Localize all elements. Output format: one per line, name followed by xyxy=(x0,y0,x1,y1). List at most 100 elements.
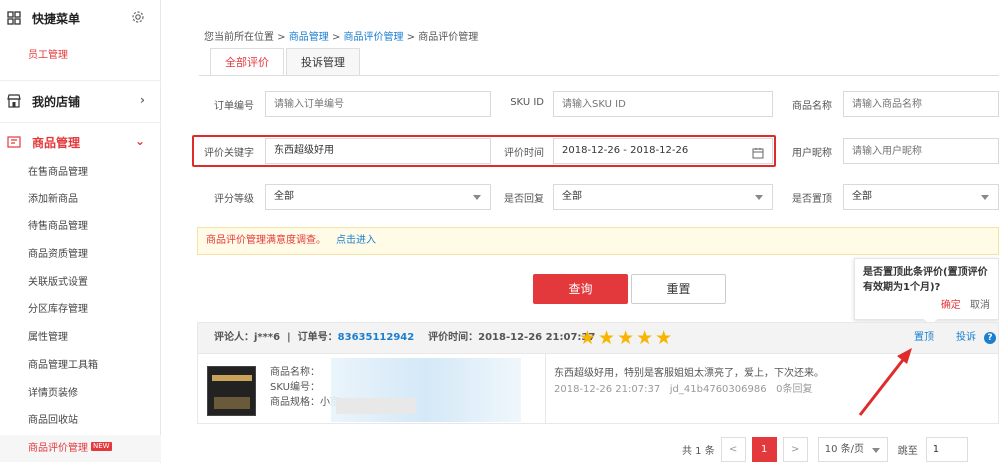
sidebar-quick-menu-label: 快捷菜单 xyxy=(32,11,81,26)
store-icon xyxy=(6,93,22,109)
product-thumbnail[interactable] xyxy=(207,366,256,416)
product-spec: 商品规格：小京 xyxy=(270,397,340,408)
sidebar-my-store[interactable]: 我的店铺 › xyxy=(0,83,161,119)
thumbnail-band xyxy=(214,397,250,409)
review-time-label: 评价时间： xyxy=(428,332,479,343)
pagination: 共 1 条 < 1 > 10 条/页 跳至 1 xyxy=(682,436,968,462)
complain-link[interactable]: 投诉 xyxy=(956,323,976,353)
sidebar-item-qualification[interactable]: 商品资质管理 xyxy=(0,241,161,268)
breadcrumb-current: 商品评价管理 xyxy=(418,32,479,43)
sidebar-item-pending[interactable]: 待售商品管理 xyxy=(0,213,161,240)
breadcrumb-sep: > xyxy=(331,32,341,43)
blurred-region xyxy=(336,398,416,414)
breadcrumb-sep: > xyxy=(406,32,416,43)
sidebar-quick-menu[interactable]: 快捷菜单 xyxy=(0,0,161,36)
comment-replies[interactable]: 0条回复 xyxy=(776,384,812,395)
divider xyxy=(0,80,161,81)
pager-prev-button[interactable]: < xyxy=(720,436,746,462)
survey-notice: 商品评价管理满意度调查。 点击进入 xyxy=(197,227,999,255)
review-time-range[interactable]: 2018-12-26 - 2018-12-26 xyxy=(553,138,773,164)
order-number-link[interactable]: 83635112942 xyxy=(338,332,415,343)
chevron-right-icon: › xyxy=(140,93,145,107)
order-no-input[interactable] xyxy=(265,91,491,117)
popover-ok-button[interactable]: 确定 xyxy=(941,300,961,311)
sku-input[interactable] xyxy=(553,91,773,117)
divider xyxy=(199,75,999,76)
review-time-value: 2018-12-26 - 2018-12-26 xyxy=(562,145,689,156)
pager-page-1[interactable]: 1 xyxy=(751,436,777,462)
goods-name-input[interactable] xyxy=(843,91,999,117)
sidebar-item-staff[interactable]: 员工管理 xyxy=(0,42,161,69)
reviewer-label: 评论人： xyxy=(214,332,254,343)
pager-jump-input[interactable]: 1 xyxy=(925,436,968,462)
pager-size-select[interactable]: 10 条/页 xyxy=(817,436,888,462)
tab-all-reviews[interactable]: 全部评价 xyxy=(210,48,284,76)
sidebar-item-reviews-label: 商品评价管理 xyxy=(28,443,88,454)
calendar-icon[interactable] xyxy=(752,145,764,169)
order-label: 订单号： xyxy=(297,332,338,343)
tab-complaints[interactable]: 投诉管理 xyxy=(286,48,360,76)
pager-jump-label: 跳至 xyxy=(897,445,918,457)
goods-name-label: 商品名称 xyxy=(792,101,832,112)
review-row: 商品名称： SKU编号： 商品规格：小京 东西超级好用，特别是客服姐姐太漂亮了，… xyxy=(197,354,999,424)
keyword-input[interactable]: 东西超级好用 xyxy=(265,138,491,164)
sidebar-item-detail-decor[interactable]: 详情页装修 xyxy=(0,380,161,407)
breadcrumb: 您当前所在位置 > 商品管理 > 商品评价管理 > 商品评价管理 xyxy=(204,28,478,43)
sidebar: 快捷菜单 员工管理 我的店铺 › 商品管理 ⌄ 在售商品管理 添加新商品 待售商… xyxy=(0,0,161,463)
tab-bar: 全部评价 投诉管理 xyxy=(210,48,362,76)
new-badge: NEW xyxy=(91,442,112,451)
divider xyxy=(0,122,161,123)
review-comment: 东西超级好用，特别是客服姐姐太漂亮了，爱上，下次还来。 2018-12-26 2… xyxy=(554,366,824,398)
product-name-label: 商品名称： xyxy=(270,367,320,378)
query-button[interactable]: 查询 xyxy=(533,274,628,304)
comment-user: jd_41b4760306986 xyxy=(669,384,767,395)
sidebar-item-toolbox[interactable]: 商品管理工具箱 xyxy=(0,352,161,379)
pager-next-button[interactable]: > xyxy=(782,436,808,462)
sidebar-item-reviews[interactable]: 商品评价管理 NEW xyxy=(0,435,161,462)
sidebar-item-recycle[interactable]: 商品回收站 xyxy=(0,407,161,434)
order-no-label: 订单编号 xyxy=(214,101,254,112)
sidebar-item-on-sale[interactable]: 在售商品管理 xyxy=(0,159,161,186)
review-header: 评论人：j***6 | 订单号：83635112942 评价时间：2018-12… xyxy=(197,322,999,354)
reviewer-name: j***6 xyxy=(254,332,281,343)
sidebar-item-add-goods[interactable]: 添加新商品 xyxy=(0,186,161,213)
breadcrumb-prefix: 您当前所在位置 > xyxy=(204,32,286,43)
pin-confirm-popover: 是否置顶此条评价(置顶评价有效期为1个月)? 确定 取消 xyxy=(854,258,999,320)
pager-total: 共 1 条 xyxy=(682,445,715,457)
score-label: 评分等级 xyxy=(214,194,254,205)
reply-select[interactable]: 全部 xyxy=(553,184,773,210)
popover-cancel-button[interactable]: 取消 xyxy=(970,300,990,311)
review-time-label: 评价时间 xyxy=(504,148,544,159)
sidebar-item-stock[interactable]: 分区库存管理 xyxy=(0,296,161,323)
divider xyxy=(545,354,546,424)
sidebar-goods-mgmt[interactable]: 商品管理 ⌄ xyxy=(0,124,161,160)
comment-meta: 2018-12-26 21:07:37 jd_41b4760306986 0条回… xyxy=(554,382,824,398)
breadcrumb-link-reviews[interactable]: 商品评价管理 xyxy=(344,32,404,43)
score-select[interactable]: 全部 xyxy=(265,184,491,210)
sidebar-item-layout[interactable]: 关联版式设置 xyxy=(0,269,161,296)
help-icon[interactable]: ? xyxy=(984,332,996,344)
nickname-label: 用户昵称 xyxy=(792,148,832,159)
sidebar-item-attributes[interactable]: 属性管理 xyxy=(0,324,161,351)
comment-time: 2018-12-26 21:07:37 xyxy=(554,384,661,395)
gear-icon[interactable] xyxy=(131,10,145,27)
sidebar-goods-mgmt-label: 商品管理 xyxy=(32,135,81,150)
comment-text: 东西超级好用，特别是客服姐姐太漂亮了，爱上，下次还来。 xyxy=(554,368,824,379)
pin-top-link[interactable]: 置顶 xyxy=(914,323,934,353)
star-rating: ★★★★★ xyxy=(579,327,675,349)
review-time-value: 2018-12-26 21:07:37 xyxy=(478,332,596,343)
breadcrumb-link-goods[interactable]: 商品管理 xyxy=(289,32,329,43)
goods-icon xyxy=(6,134,22,150)
keyword-label: 评价关键字 xyxy=(204,148,254,159)
nickname-input[interactable] xyxy=(843,138,999,164)
reply-label: 是否回复 xyxy=(504,194,544,205)
sku-label: SKU ID xyxy=(510,97,544,108)
product-sku-label: SKU编号： xyxy=(270,382,320,393)
pin-select[interactable]: 全部 xyxy=(843,184,999,210)
main-content: 您当前所在位置 > 商品管理 > 商品评价管理 > 商品评价管理 全部评价 投诉… xyxy=(162,0,999,463)
notice-link[interactable]: 点击进入 xyxy=(336,235,376,246)
product-info: 商品名称： SKU编号： 商品规格：小京 xyxy=(270,365,340,410)
notice-text: 商品评价管理满意度调查。 xyxy=(206,235,326,246)
reset-button[interactable]: 重置 xyxy=(631,274,726,304)
chevron-down-icon: ⌄ xyxy=(134,134,145,148)
